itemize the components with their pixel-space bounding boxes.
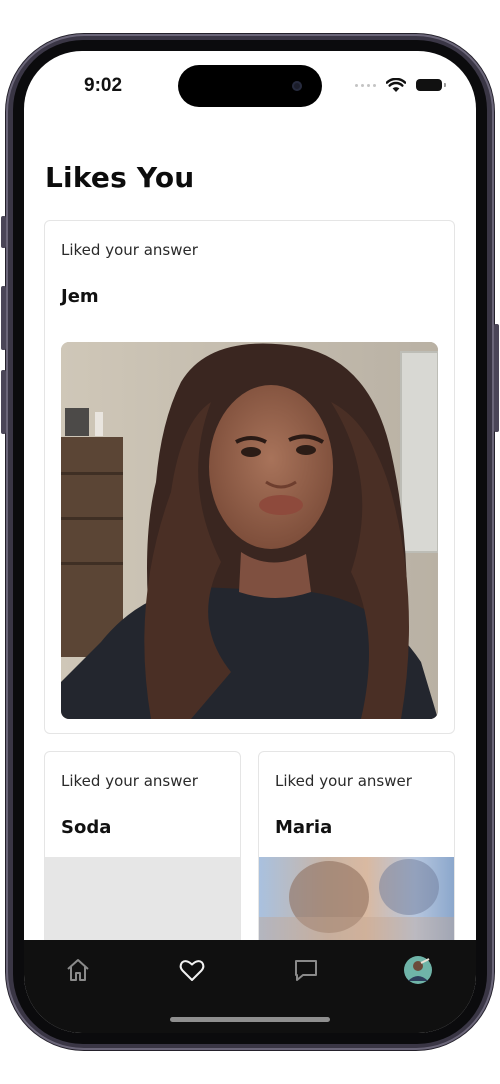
volume-up-button xyxy=(1,286,6,350)
signal-icon xyxy=(355,83,376,87)
status-indicators xyxy=(355,75,446,95)
avatar xyxy=(404,956,432,984)
blurred-image xyxy=(259,859,454,947)
liker-name: Maria xyxy=(275,817,333,838)
front-camera xyxy=(292,81,302,91)
bottom-tab-bar xyxy=(24,940,476,1033)
liker-photo[interactable] xyxy=(61,342,438,719)
home-icon xyxy=(67,959,89,981)
heart-icon xyxy=(179,960,205,981)
wifi-icon xyxy=(386,77,406,92)
portrait-image xyxy=(61,342,438,719)
app-screen: 9:02 Likes You Liked your answer Jem Lik… xyxy=(24,51,476,1033)
chat-icon xyxy=(295,960,317,981)
like-caption: Liked your answer xyxy=(61,241,198,259)
battery-icon xyxy=(416,79,446,91)
side-button xyxy=(494,324,499,432)
tab-messages[interactable] xyxy=(290,954,322,986)
liker-name: Soda xyxy=(61,817,112,838)
like-card-jem[interactable]: Liked your answer Jem xyxy=(44,220,455,734)
liker-photo-blurred[interactable] xyxy=(259,857,454,947)
page-title: Likes You xyxy=(45,161,195,194)
tab-home[interactable] xyxy=(62,954,94,986)
like-caption: Liked your answer xyxy=(61,772,198,790)
volume-down-button xyxy=(1,370,6,434)
tab-profile[interactable] xyxy=(402,954,434,986)
liker-photo-placeholder[interactable] xyxy=(45,857,240,947)
action-button xyxy=(1,216,6,248)
tab-likes[interactable] xyxy=(176,954,208,986)
status-time: 9:02 xyxy=(84,75,123,96)
dynamic-island xyxy=(178,65,322,107)
liker-name: Jem xyxy=(61,286,99,307)
like-caption: Liked your answer xyxy=(275,772,412,790)
like-card-maria[interactable]: Liked your answer Maria xyxy=(258,751,455,953)
like-card-soda[interactable]: Liked your answer Soda xyxy=(44,751,241,953)
home-indicator xyxy=(170,1017,330,1022)
